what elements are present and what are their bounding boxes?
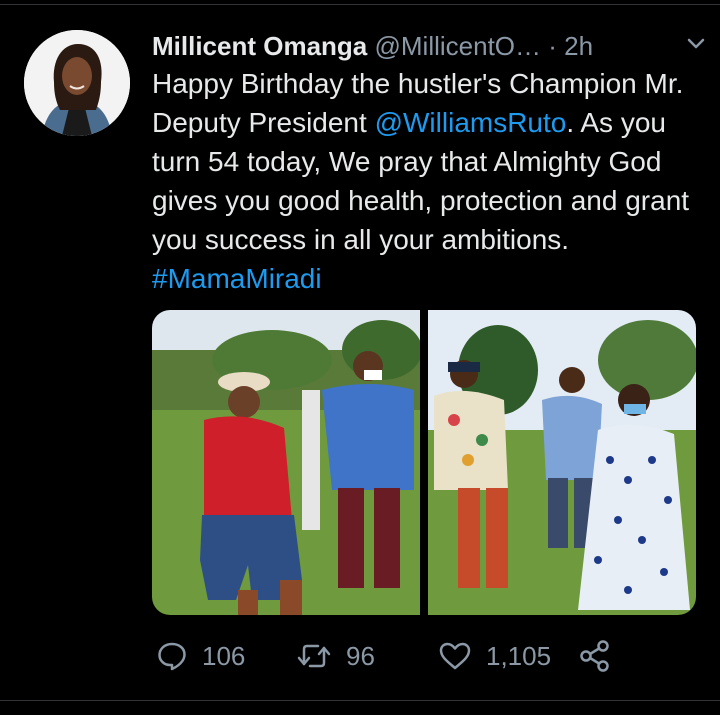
like-icon xyxy=(439,642,471,670)
retweet-icon xyxy=(297,644,331,668)
retweet-count: 96 xyxy=(346,640,375,671)
hashtag-link[interactable]: #MamaMiradi xyxy=(152,263,322,294)
media-grid xyxy=(152,310,696,615)
caret-down-icon[interactable] xyxy=(682,30,710,58)
retweet-button[interactable]: 96 xyxy=(296,630,375,682)
like-button[interactable]: 1,105 xyxy=(438,630,551,682)
timestamp[interactable]: 2h xyxy=(564,31,593,61)
share-button[interactable] xyxy=(578,630,612,682)
reply-count: 106 xyxy=(202,640,246,671)
avatar[interactable] xyxy=(24,30,130,136)
like-count: 1,105 xyxy=(486,640,552,671)
photo-right-image xyxy=(428,310,696,615)
reply-button[interactable]: 106 xyxy=(156,630,245,682)
mention-link[interactable]: @WilliamsRuto xyxy=(375,107,567,138)
reply-icon xyxy=(158,642,186,671)
media-photo-left[interactable] xyxy=(152,310,420,615)
media-photo-right[interactable] xyxy=(428,310,696,615)
author-name[interactable]: Millicent Omanga xyxy=(152,31,367,61)
top-divider xyxy=(0,4,720,5)
avatar-image xyxy=(24,30,130,136)
action-bar: 106 96 1,105 xyxy=(152,630,632,682)
share-icon xyxy=(580,640,609,672)
tweet-text: Happy Birthday the hustler's Champion Mr… xyxy=(152,64,702,298)
photo-left-image xyxy=(152,310,420,615)
tweet-header: Millicent Omanga @MillicentO… · 2h xyxy=(152,28,700,64)
bottom-divider xyxy=(0,700,720,701)
author-handle[interactable]: @MillicentO… xyxy=(375,31,542,61)
separator: · xyxy=(548,31,557,61)
